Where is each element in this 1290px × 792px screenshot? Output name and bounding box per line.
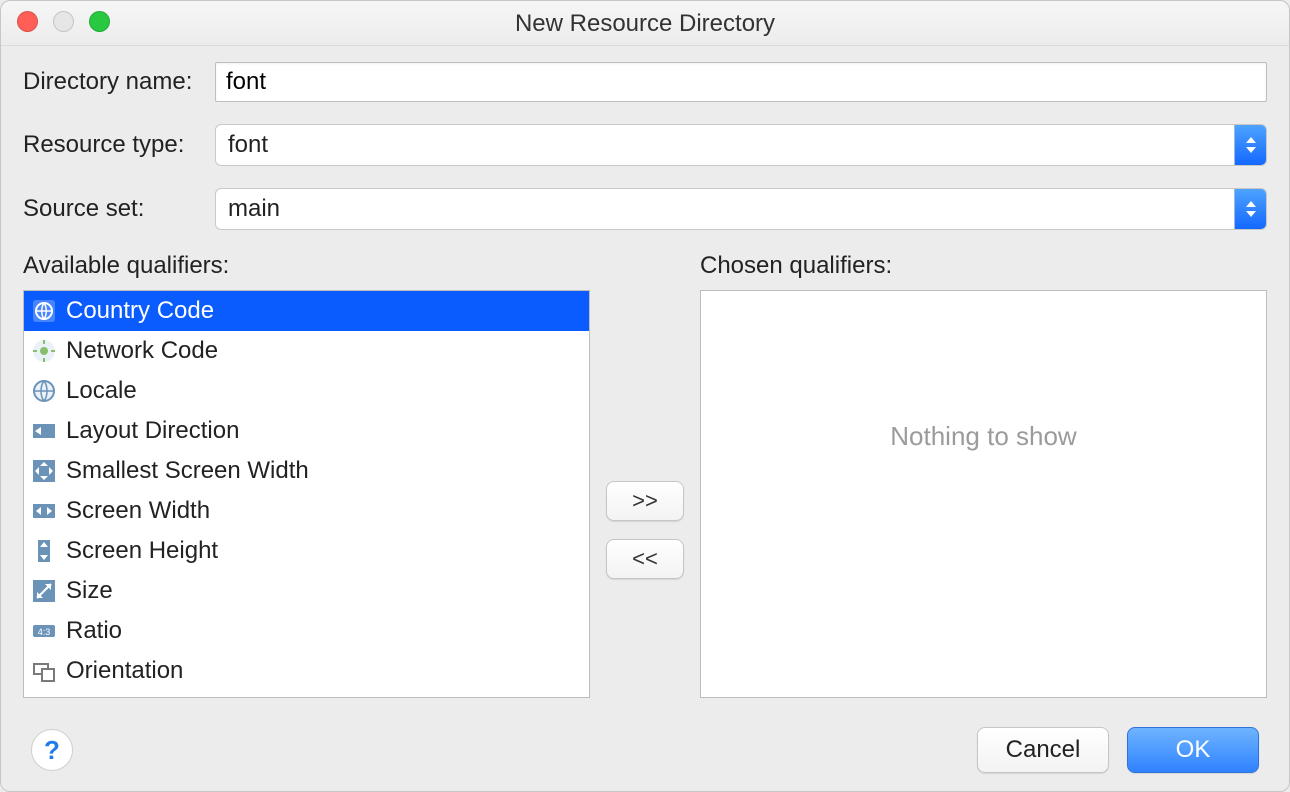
qualifier-label: Layout Direction (66, 417, 239, 445)
row-source-set: Source set: main (23, 188, 1267, 230)
remove-qualifier-button[interactable]: << (606, 539, 684, 579)
chevron-updown-icon[interactable] (1234, 189, 1266, 229)
chosen-qualifiers-list[interactable]: Nothing to show (700, 290, 1267, 698)
layout-dir-icon (30, 417, 58, 445)
qualifier-label: Orientation (66, 657, 183, 685)
height-icon (30, 537, 58, 565)
label-resource-type: Resource type: (23, 131, 215, 159)
add-qualifier-button[interactable]: >> (606, 481, 684, 521)
transfer-buttons: >> << (606, 481, 684, 579)
dialog-content: Directory name: Resource type: font Sour… (1, 46, 1289, 710)
resource-type-select[interactable]: font (215, 124, 1267, 166)
row-resource-type: Resource type: font (23, 124, 1267, 166)
help-button[interactable]: ? (31, 729, 73, 771)
qualifier-label: Size (66, 577, 113, 605)
globe-icon (30, 377, 58, 405)
chosen-empty-text: Nothing to show (701, 421, 1266, 452)
resource-type-value: font (216, 125, 1234, 165)
ok-button[interactable]: OK (1127, 727, 1259, 773)
network-icon (30, 337, 58, 365)
label-source-set: Source set: (23, 195, 215, 223)
qualifier-label: Ratio (66, 617, 122, 645)
qualifier-item[interactable]: Screen Width (24, 491, 589, 531)
ratio-icon: 4:3 (30, 617, 58, 645)
width-icon (30, 497, 58, 525)
qualifier-item[interactable]: Smallest Screen Width (24, 451, 589, 491)
chosen-column: Chosen qualifiers: Nothing to show (700, 252, 1267, 698)
qualifier-item[interactable]: Network Code (24, 331, 589, 371)
qualifier-item[interactable]: Size (24, 571, 589, 611)
window-controls (17, 11, 110, 32)
available-column: Available qualifiers: Country Code Networ… (23, 252, 590, 698)
qualifier-label: Smallest Screen Width (66, 457, 309, 485)
qualifier-item[interactable]: Orientation (24, 651, 589, 691)
qualifier-label: Network Code (66, 337, 218, 365)
dialog-footer: ? Cancel OK (1, 727, 1289, 773)
cancel-button[interactable]: Cancel (977, 727, 1109, 773)
qualifier-item[interactable]: 4:3 Ratio (24, 611, 589, 651)
window-title: New Resource Directory (1, 1, 1289, 46)
maximize-window-icon[interactable] (89, 11, 110, 32)
size-icon (30, 577, 58, 605)
country-icon (30, 297, 58, 325)
qualifier-item[interactable]: Country Code (24, 291, 589, 331)
qualifiers-area: Available qualifiers: Country Code Networ… (23, 252, 1267, 698)
chosen-header: Chosen qualifiers: (700, 252, 1267, 280)
directory-name-input[interactable] (215, 62, 1267, 102)
qualifier-label: Screen Width (66, 497, 210, 525)
label-directory-name: Directory name: (23, 68, 215, 96)
sw-icon (30, 457, 58, 485)
minimize-window-icon (53, 11, 74, 32)
titlebar: New Resource Directory (1, 1, 1289, 46)
close-window-icon[interactable] (17, 11, 38, 32)
source-set-select[interactable]: main (215, 188, 1267, 230)
available-header: Available qualifiers: (23, 252, 590, 280)
qualifier-label: Locale (66, 377, 137, 405)
qualifier-label: Screen Height (66, 537, 218, 565)
available-qualifiers-list[interactable]: Country Code Network Code Locale Layout Dir… (23, 290, 590, 698)
svg-text:4:3: 4:3 (38, 627, 51, 637)
source-set-value: main (216, 189, 1234, 229)
orientation-icon (30, 657, 58, 685)
chevron-updown-icon[interactable] (1234, 125, 1266, 165)
qualifier-label: Country Code (66, 297, 214, 325)
dialog-window: New Resource Directory Directory name: R… (0, 0, 1290, 792)
qualifier-item[interactable]: Locale (24, 371, 589, 411)
row-directory-name: Directory name: (23, 62, 1267, 102)
qualifier-item[interactable]: Layout Direction (24, 411, 589, 451)
qualifier-item[interactable]: Screen Height (24, 531, 589, 571)
